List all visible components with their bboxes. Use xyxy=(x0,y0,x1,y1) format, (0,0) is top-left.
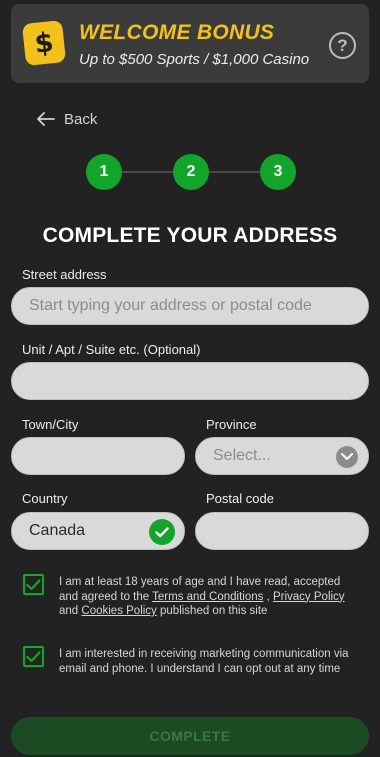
country-value: Canada xyxy=(29,522,86,539)
check-circle-icon xyxy=(149,519,175,545)
terms-and-conditions-link[interactable]: Terms and Conditions xyxy=(152,591,263,603)
marketing-consent-text: I am interested in receiving marketing c… xyxy=(59,648,349,675)
province-label: Province xyxy=(206,417,257,432)
page-title: COMPLETE YOUR ADDRESS xyxy=(42,224,338,247)
step-3: 3 xyxy=(260,154,296,190)
city-label: Town/City xyxy=(22,417,79,432)
arrow-left-icon xyxy=(37,112,55,126)
privacy-policy-link[interactable]: Privacy Policy xyxy=(273,591,345,603)
welcome-bonus-banner[interactable]: $ WELCOME BONUS Up to $500 Sports / $1,0… xyxy=(11,4,369,83)
postal-code-input[interactable] xyxy=(195,512,369,550)
step-1: 1 xyxy=(86,154,122,190)
country-input[interactable]: Canada xyxy=(11,512,185,550)
unit-label: Unit / Apt / Suite etc. (Optional) xyxy=(22,342,201,357)
unit-input[interactable] xyxy=(11,362,369,400)
checkmark-icon xyxy=(26,578,41,590)
country-label: Country xyxy=(22,491,68,506)
complete-button[interactable]: COMPLETE xyxy=(11,717,369,755)
postal-code-label: Postal code xyxy=(206,491,274,506)
terms-checkbox[interactable] xyxy=(23,574,44,595)
banner-subtitle: Up to $500 Sports / $1,000 Casino xyxy=(79,51,310,68)
street-address-label: Street address xyxy=(22,267,107,282)
street-address-input[interactable]: Start typing your address or postal code xyxy=(11,287,369,325)
province-select-value: Select... xyxy=(213,447,271,464)
help-icon[interactable]: ? xyxy=(329,32,356,59)
back-button[interactable]: Back xyxy=(37,108,97,130)
chevron-down-icon[interactable] xyxy=(336,446,358,468)
dollar-icon: $ xyxy=(21,20,67,66)
progress-stepper: 1 2 3 xyxy=(86,154,296,190)
back-label: Back xyxy=(64,110,98,128)
cookies-policy-link[interactable]: Cookies Policy xyxy=(81,605,156,617)
checkmark-icon xyxy=(26,650,41,662)
province-select[interactable]: Select... xyxy=(195,437,369,475)
terms-consent-text: I am at least 18 years of age and I have… xyxy=(59,576,345,617)
step-2: 2 xyxy=(173,154,209,190)
city-input[interactable] xyxy=(11,437,185,475)
marketing-checkbox[interactable] xyxy=(23,646,44,667)
banner-title: WELCOME BONUS xyxy=(79,21,275,44)
